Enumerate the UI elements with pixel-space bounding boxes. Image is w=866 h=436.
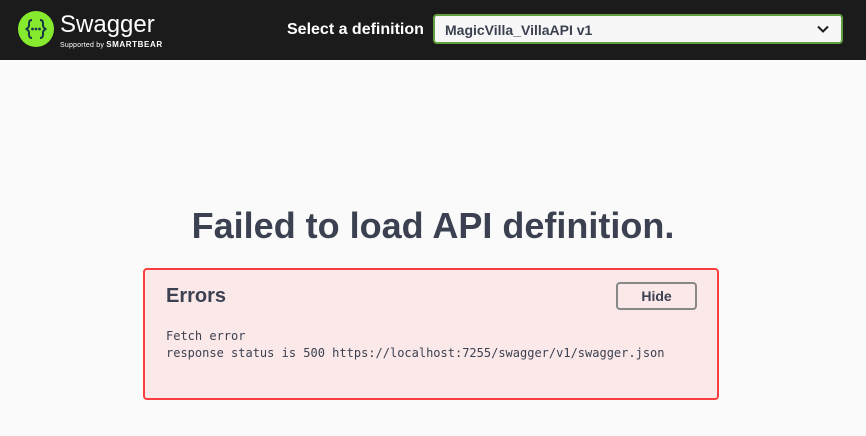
page-title: Failed to load API definition. <box>191 205 675 246</box>
brand-tagline-company: SMARTBEAR <box>106 40 163 49</box>
error-message: response status is 500 https://localhost… <box>166 346 665 360</box>
errors-heading: Errors <box>166 285 227 307</box>
error-title: Fetch error <box>166 329 246 343</box>
brand-name[interactable]: Swagger <box>60 12 155 38</box>
brand-tagline: Supported by SMARTBEAR <box>60 41 163 50</box>
top-bar: Swagger Supported by SMARTBEAR Select a … <box>0 0 866 60</box>
brand-tagline-prefix: Supported by <box>60 42 105 49</box>
hide-button[interactable]: Hide <box>616 282 697 310</box>
definition-select-value: MagicVilla_VillaAPI v1 <box>445 22 593 38</box>
definition-select[interactable]: MagicVilla_VillaAPI v1 <box>433 14 843 44</box>
errors-panel: Errors Hide Fetch error response status … <box>143 268 719 400</box>
select-definition-label: Select a definition <box>287 21 424 38</box>
chevron-down-icon <box>817 25 829 33</box>
swagger-logo-icon[interactable] <box>18 11 54 47</box>
